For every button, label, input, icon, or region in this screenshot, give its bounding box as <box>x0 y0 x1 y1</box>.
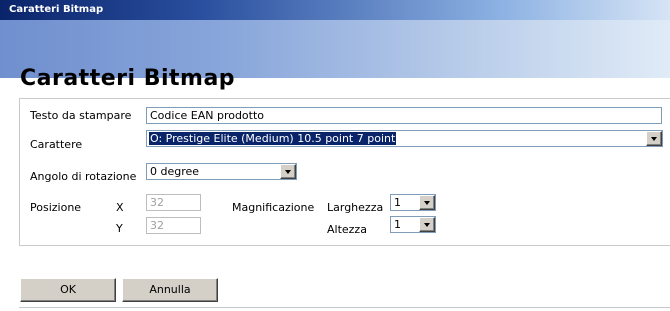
width-select-value: 1 <box>394 196 401 209</box>
height-select[interactable]: 1 <box>390 216 436 233</box>
chevron-down-icon[interactable] <box>419 217 435 232</box>
height-label: Altezza <box>327 223 367 236</box>
chevron-down-icon[interactable] <box>280 164 296 179</box>
y-input[interactable]: 32 <box>146 217 201 234</box>
position-label: Posizione <box>30 201 82 214</box>
window-title: Caratteri Bitmap <box>9 4 104 15</box>
rotation-select[interactable]: 0 degree <box>146 163 297 180</box>
x-input[interactable]: 32 <box>146 194 201 211</box>
x-label: X <box>116 201 124 214</box>
height-select-value: 1 <box>394 218 401 231</box>
font-select[interactable]: O: Prestige Elite (Medium) 10.5 point 7 … <box>146 130 663 147</box>
bottom-divider <box>19 307 670 308</box>
font-label: Carattere <box>30 138 83 151</box>
width-select[interactable]: 1 <box>390 194 436 211</box>
text-label: Testo da stampare <box>30 109 132 122</box>
text-input[interactable]: Codice EAN prodotto <box>146 107 662 124</box>
y-label: Y <box>116 222 123 235</box>
rotation-select-value: 0 degree <box>150 165 200 178</box>
cancel-button[interactable]: Annulla <box>122 278 218 302</box>
chevron-down-icon[interactable] <box>419 195 435 210</box>
magnification-label: Magnificazione <box>232 201 315 214</box>
ok-button[interactable]: OK <box>20 278 116 302</box>
page-title: Caratteri Bitmap <box>20 66 236 91</box>
font-select-value: O: Prestige Elite (Medium) 10.5 point 7 … <box>149 132 397 145</box>
chevron-down-icon[interactable] <box>646 131 662 146</box>
rotation-label: Angolo di rotazione <box>30 170 137 183</box>
width-label: Larghezza <box>327 201 384 214</box>
window-title-bar: Caratteri Bitmap <box>0 0 670 20</box>
